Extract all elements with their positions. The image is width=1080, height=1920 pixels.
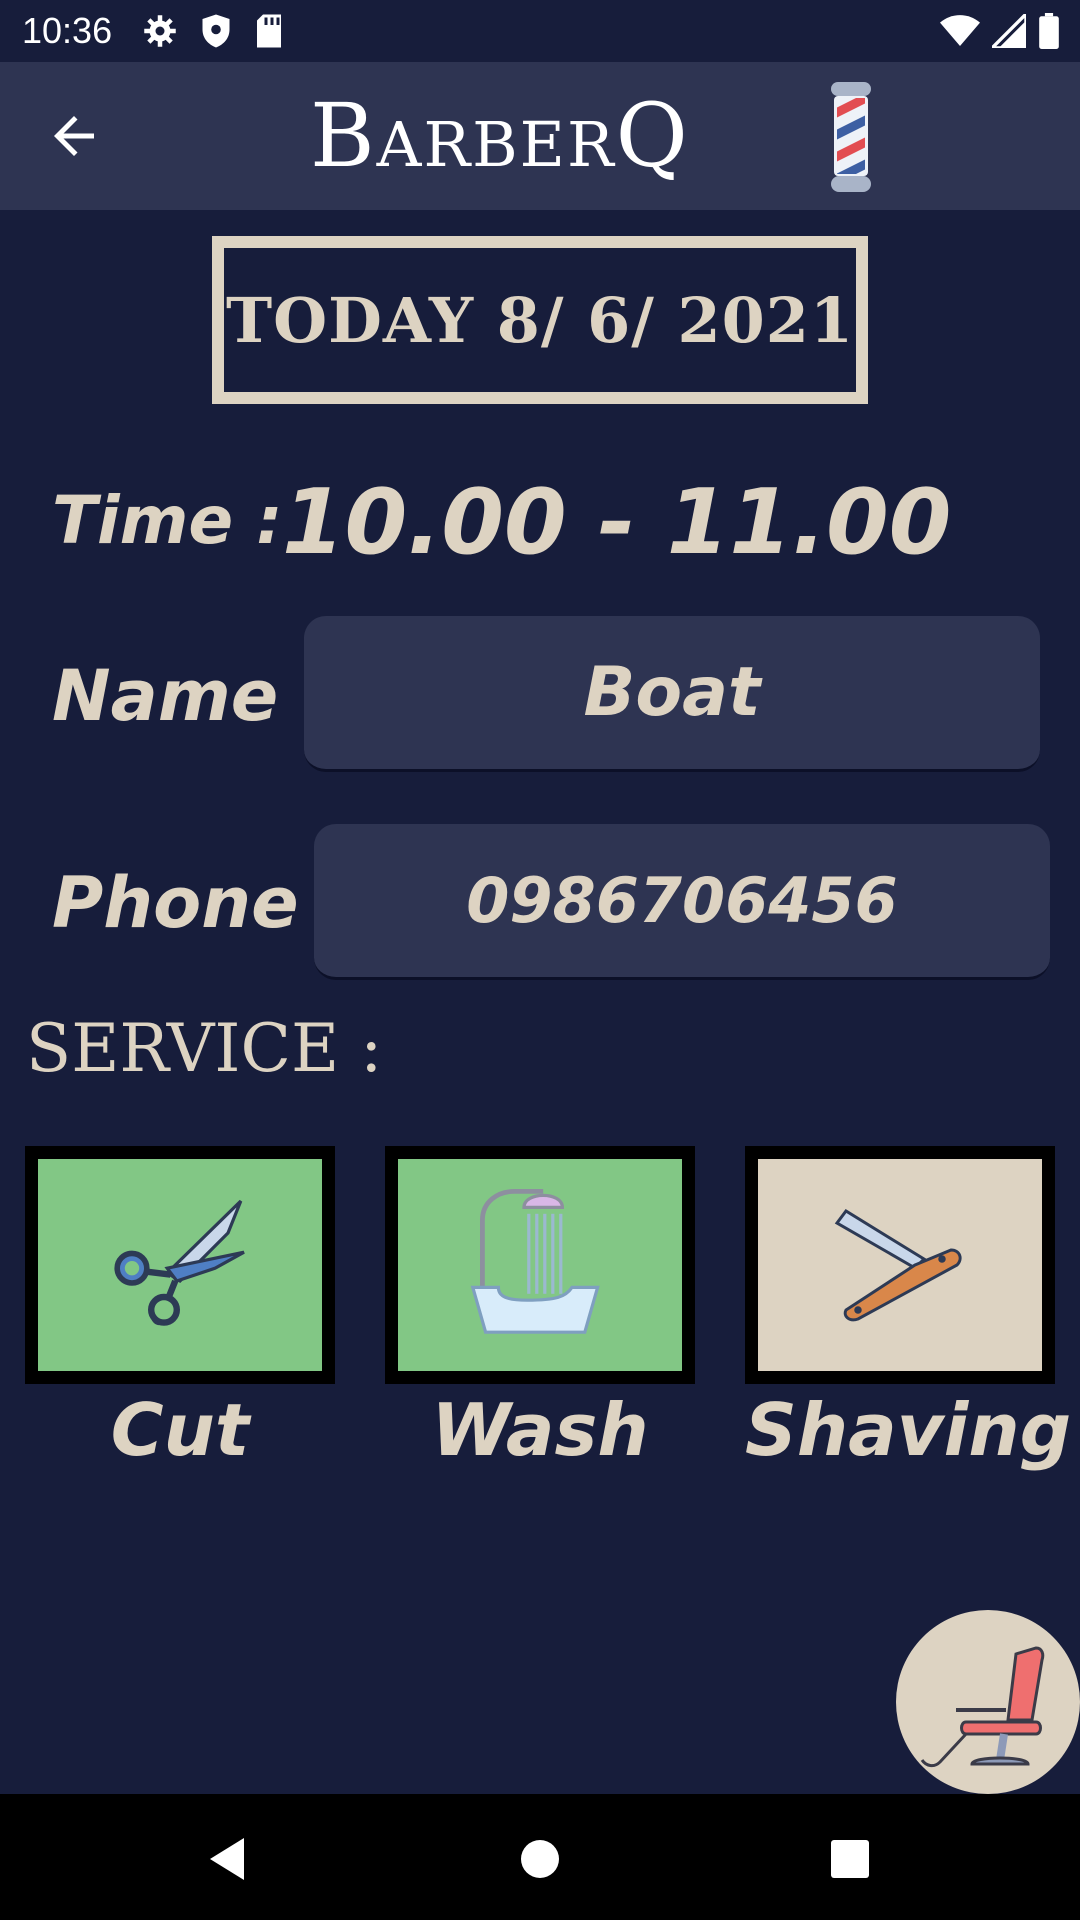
service-card-cut[interactable] bbox=[25, 1146, 335, 1384]
hair-wash-icon bbox=[470, 1189, 600, 1334]
shield-icon bbox=[202, 14, 230, 48]
navigation-bar bbox=[0, 1794, 1080, 1920]
name-label: Name : bbox=[52, 655, 331, 737]
status-bar: 10:36 bbox=[0, 0, 1080, 62]
service-title: SERVICE : bbox=[26, 1010, 383, 1087]
service-card-wash-bg bbox=[398, 1159, 682, 1371]
service-card-wash[interactable] bbox=[385, 1146, 695, 1384]
barber-chair-fab[interactable] bbox=[896, 1610, 1080, 1794]
nav-back-icon[interactable] bbox=[190, 1824, 260, 1894]
phone-label: Phone : bbox=[52, 862, 351, 944]
status-icons-left bbox=[142, 13, 284, 49]
app-bar: BarberQ bbox=[0, 62, 1080, 210]
status-icons-right bbox=[940, 13, 1060, 49]
sd-card-icon bbox=[257, 14, 281, 48]
service-label-cut: Cut bbox=[110, 1388, 250, 1472]
barber-chair-icon bbox=[920, 1646, 1045, 1768]
phone-field[interactable]: 0986706456 bbox=[314, 824, 1050, 980]
time-value: 10.00 - 11.00 bbox=[282, 470, 952, 575]
barber-pole-icon bbox=[831, 82, 871, 192]
service-card-cut-bg bbox=[38, 1159, 322, 1371]
settings-icon bbox=[144, 15, 176, 47]
back-arrow-icon[interactable] bbox=[44, 106, 104, 166]
status-time: 10:36 bbox=[22, 10, 113, 51]
nav-home-icon[interactable] bbox=[505, 1824, 575, 1894]
service-card-shaving[interactable] bbox=[745, 1146, 1055, 1384]
razor-icon bbox=[834, 1209, 962, 1322]
date-header: TODAY 8/ 6/ 2021 bbox=[225, 283, 855, 357]
name-field[interactable]: Boat bbox=[304, 616, 1040, 772]
nav-recents-icon[interactable] bbox=[815, 1824, 885, 1894]
scissors-icon bbox=[114, 1199, 245, 1326]
date-header-box: TODAY 8/ 6/ 2021 bbox=[212, 236, 868, 404]
service-card-shaving-bg bbox=[758, 1159, 1042, 1371]
service-label-shaving: Shaving bbox=[745, 1388, 1072, 1472]
brand-logo: BarberQ bbox=[310, 84, 690, 187]
time-label: Time : bbox=[52, 482, 283, 559]
wifi-icon bbox=[940, 15, 980, 46]
service-label-wash: Wash bbox=[431, 1388, 649, 1472]
battery-icon bbox=[1039, 13, 1059, 49]
signal-icon bbox=[992, 14, 1026, 48]
